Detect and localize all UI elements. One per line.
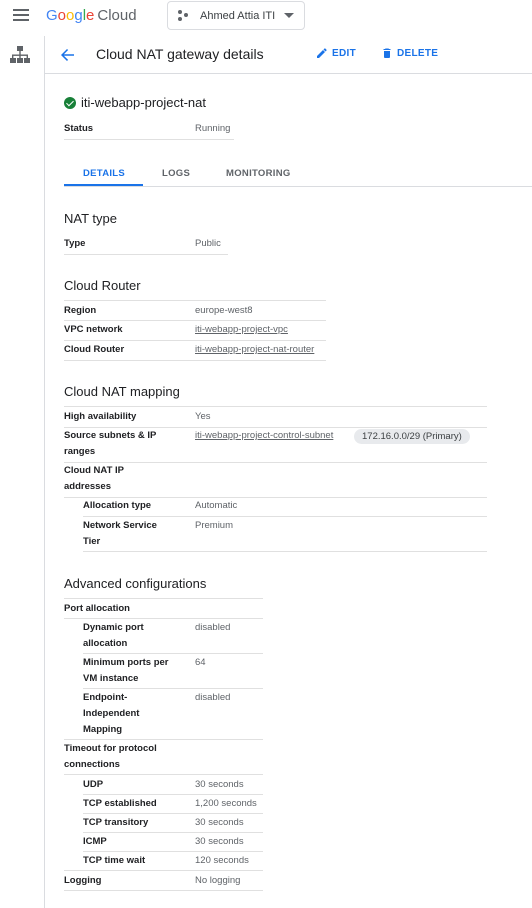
tcp-transitory-value: 30 seconds (195, 817, 244, 828)
tcp-time-wait-value: 120 seconds (195, 855, 249, 866)
project-icon (178, 9, 192, 23)
section-title-nat-mapping: Cloud NAT mapping (64, 384, 180, 399)
divider (83, 813, 263, 814)
network-tier-value: Premium (195, 520, 234, 531)
ip-range-chip: 172.16.0.0/29 (Primary) (354, 429, 470, 444)
divider (64, 890, 263, 891)
logging-value: No logging (195, 875, 241, 886)
dynamic-port-label-line2: allocation (83, 638, 128, 649)
divider (83, 688, 263, 689)
timeout-label-line1: Timeout for protocol (64, 743, 157, 754)
divider (64, 139, 234, 140)
left-nav-rail (0, 36, 45, 908)
divider (64, 739, 263, 740)
divider (64, 300, 326, 301)
nat-ip-label-line2: addresses (64, 481, 112, 492)
nat-ip-label-line1: Cloud NAT IP (64, 465, 124, 476)
top-bar: Google Cloud Ahmed Attia ITI (0, 0, 532, 32)
eim-label-line1: Endpoint- (83, 692, 128, 703)
section-title-cloud-router: Cloud Router (64, 278, 141, 293)
project-name: Ahmed Attia ITI (200, 9, 276, 22)
min-ports-label-line1: Minimum ports per (83, 657, 169, 668)
project-picker-button[interactable]: Ahmed Attia ITI (167, 1, 305, 30)
high-availability-value: Yes (195, 411, 211, 422)
divider (64, 598, 263, 599)
page-title: Cloud NAT gateway details (96, 46, 264, 62)
divider (64, 254, 228, 255)
logging-label: Logging (64, 875, 102, 886)
high-availability-label: High availability (64, 411, 137, 422)
min-ports-value: 64 (195, 657, 206, 668)
tab-bar: DETAILS LOGS MONITORING (64, 160, 532, 187)
min-ports-label-line2: VM instance (83, 673, 139, 684)
network-topology-icon[interactable] (9, 45, 31, 65)
vpc-network-link[interactable]: iti-webapp-project-vpc (195, 322, 288, 338)
back-arrow-icon[interactable] (59, 46, 77, 64)
divider (64, 406, 487, 407)
cloud-router-label: Cloud Router (64, 344, 125, 355)
status-value: Running (195, 123, 231, 134)
allocation-type-label: Allocation type (83, 500, 152, 511)
dynamic-port-label-line1: Dynamic port (83, 622, 144, 633)
gateway-name: iti-webapp-project-nat (81, 95, 207, 110)
tab-logs[interactable]: LOGS (162, 168, 190, 179)
divider (83, 794, 263, 795)
chevron-down-icon (284, 13, 294, 18)
cloud-router-link[interactable]: iti-webapp-project-nat-router (195, 342, 314, 358)
type-label: Type (64, 238, 86, 249)
divider (64, 774, 263, 775)
divider (83, 851, 263, 852)
network-tier-label-line1: Network Service (83, 520, 157, 531)
udp-label: UDP (83, 779, 104, 790)
tcp-established-value: 1,200 seconds (195, 798, 257, 809)
divider (83, 653, 263, 654)
source-subnets-label-line2: ranges (64, 446, 96, 457)
network-tier-label-line2: Tier (83, 536, 101, 547)
icmp-value: 30 seconds (195, 836, 244, 847)
type-value: Public (195, 238, 221, 249)
eim-label-line2: Independent (83, 708, 140, 719)
source-subnets-label-line1: Source subnets & IP (64, 430, 157, 441)
dynamic-port-value: disabled (195, 622, 231, 633)
region-label: Region (64, 305, 97, 316)
section-title-advanced: Advanced configurations (64, 576, 207, 591)
port-allocation-label: Port allocation (64, 603, 130, 614)
divider (64, 870, 263, 871)
delete-button[interactable]: DELETE (381, 47, 438, 59)
divider (83, 516, 487, 517)
subnet-link[interactable]: iti-webapp-project-control-subnet (195, 428, 333, 444)
icmp-label: ICMP (83, 836, 107, 847)
page-header: Cloud NAT gateway details EDIT DELETE (45, 36, 532, 74)
gateway-name-row: iti-webapp-project-nat (64, 95, 206, 110)
google-cloud-logo[interactable]: Google Cloud (46, 7, 137, 24)
edit-button[interactable]: EDIT (316, 47, 356, 59)
divider (83, 551, 487, 552)
tab-details[interactable]: DETAILS (83, 168, 125, 179)
vpc-network-label: VPC network (64, 324, 123, 335)
main-menu-icon[interactable] (13, 9, 29, 21)
divider (64, 340, 326, 341)
active-tab-indicator (64, 184, 143, 186)
eim-value: disabled (195, 692, 231, 703)
check-circle-icon (64, 96, 76, 109)
divider (83, 832, 263, 833)
tcp-established-label: TCP established (83, 798, 157, 809)
allocation-type-value: Automatic (195, 500, 238, 511)
tcp-time-wait-label: TCP time wait (83, 855, 146, 866)
divider (64, 618, 263, 619)
tcp-transitory-label: TCP transitory (83, 817, 149, 828)
status-label: Status (64, 123, 94, 134)
section-title-nat-type: NAT type (64, 211, 117, 226)
divider (64, 360, 326, 361)
divider (64, 320, 326, 321)
tab-monitoring[interactable]: MONITORING (226, 168, 291, 179)
trash-icon (383, 48, 391, 58)
timeout-label-line2: connections (64, 759, 120, 770)
eim-label-line3: Mapping (83, 724, 123, 735)
pencil-icon (317, 48, 327, 58)
udp-value: 30 seconds (195, 779, 244, 790)
region-value: europe-west8 (195, 305, 253, 316)
divider (64, 462, 487, 463)
